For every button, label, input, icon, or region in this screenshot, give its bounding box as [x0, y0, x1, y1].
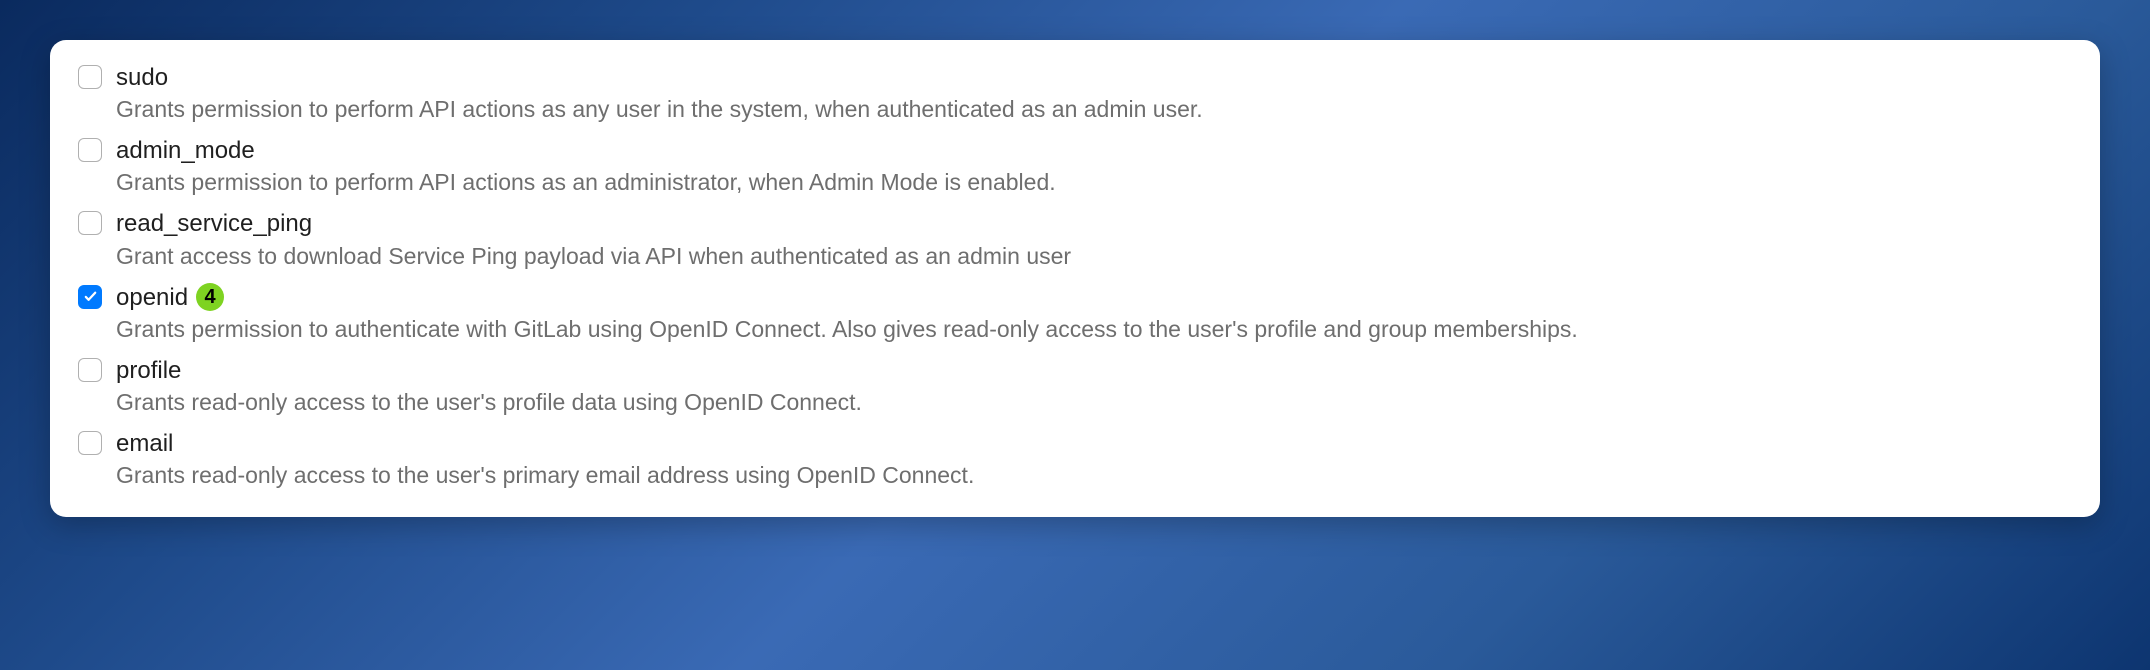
scope-description: Grants permission to authenticate with G… — [116, 314, 2072, 345]
scope-label-row: email — [116, 428, 2072, 459]
scope-label: sudo — [116, 62, 168, 93]
scope-description: Grants read-only access to the user's pr… — [116, 460, 2072, 491]
checkmark-icon — [83, 289, 98, 304]
checkbox-openid[interactable] — [78, 285, 102, 309]
scope-content: sudo Grants permission to perform API ac… — [116, 62, 2072, 125]
scope-label: profile — [116, 355, 181, 386]
checkbox-sudo[interactable] — [78, 65, 102, 89]
scope-label: openid — [116, 282, 188, 313]
checkbox-admin-mode[interactable] — [78, 138, 102, 162]
scopes-panel: sudo Grants permission to perform API ac… — [50, 40, 2100, 517]
step-badge: 4 — [196, 283, 224, 311]
scope-item-read-service-ping: read_service_ping Grant access to downlo… — [78, 204, 2072, 277]
scope-content: email Grants read-only access to the use… — [116, 428, 2072, 491]
scope-label-row: read_service_ping — [116, 208, 2072, 239]
checkbox-read-service-ping[interactable] — [78, 211, 102, 235]
scope-item-sudo: sudo Grants permission to perform API ac… — [78, 58, 2072, 131]
scope-content: profile Grants read-only access to the u… — [116, 355, 2072, 418]
scope-label-row: admin_mode — [116, 135, 2072, 166]
scope-description: Grants read-only access to the user's pr… — [116, 387, 2072, 418]
scope-item-openid: openid 4 Grants permission to authentica… — [78, 278, 2072, 351]
scope-label: admin_mode — [116, 135, 255, 166]
scope-content: admin_mode Grants permission to perform … — [116, 135, 2072, 198]
scope-description: Grants permission to perform API actions… — [116, 94, 2072, 125]
scope-label: email — [116, 428, 173, 459]
checkbox-profile[interactable] — [78, 358, 102, 382]
scope-description: Grants permission to perform API actions… — [116, 167, 2072, 198]
scope-item-email: email Grants read-only access to the use… — [78, 424, 2072, 497]
scope-item-admin-mode: admin_mode Grants permission to perform … — [78, 131, 2072, 204]
scope-label-row: profile — [116, 355, 2072, 386]
scope-content: read_service_ping Grant access to downlo… — [116, 208, 2072, 271]
scope-label-row: sudo — [116, 62, 2072, 93]
scope-item-profile: profile Grants read-only access to the u… — [78, 351, 2072, 424]
scope-description: Grant access to download Service Ping pa… — [116, 241, 2072, 272]
scope-label: read_service_ping — [116, 208, 312, 239]
scope-content: openid 4 Grants permission to authentica… — [116, 282, 2072, 345]
checkbox-email[interactable] — [78, 431, 102, 455]
scope-label-row: openid 4 — [116, 282, 2072, 313]
